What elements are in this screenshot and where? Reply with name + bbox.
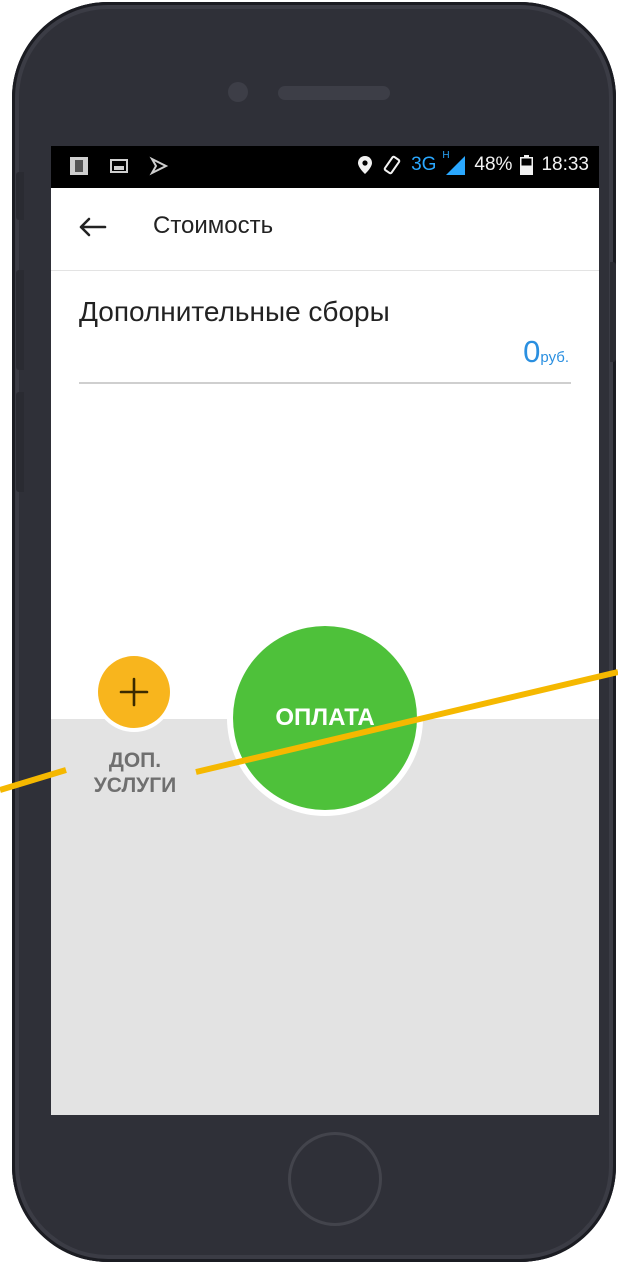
- pay-button-label: ОПЛАТА: [275, 704, 375, 731]
- front-camera: [228, 82, 248, 102]
- earpiece-speaker: [278, 86, 390, 100]
- add-services-label-line2: УСЛУГИ: [93, 774, 177, 797]
- back-arrow-icon[interactable]: [75, 210, 109, 244]
- signal-icon: H: [442, 150, 466, 176]
- volume-down-button: [16, 392, 24, 492]
- image-icon: [110, 159, 128, 173]
- mute-switch: [16, 172, 24, 220]
- volume-up-button: [16, 270, 24, 370]
- clock: 18:33: [541, 154, 589, 175]
- battery-icon: [520, 155, 534, 175]
- network-type: 3G: [411, 154, 437, 175]
- additional-fees-value: 0руб.: [523, 334, 569, 370]
- fee-amount: 0: [523, 334, 541, 369]
- page-title: Стоимость: [153, 212, 274, 239]
- battery-percent: 48%: [474, 154, 513, 175]
- add-services-label-line1: ДОП.: [108, 749, 162, 772]
- app-screen: 3G H 48% 18:33 Стоимость Дополнительные …: [51, 146, 599, 1115]
- status-bar: 3G H 48% 18:33: [51, 146, 599, 188]
- pay-button[interactable]: ОПЛАТА: [233, 626, 417, 810]
- home-button[interactable]: [288, 1132, 382, 1226]
- additional-fees-row[interactable]: Дополнительные сборы 0руб.: [79, 294, 571, 384]
- rotate-icon: [383, 155, 401, 175]
- toolbar: Стоимость: [51, 188, 599, 271]
- checkmark-flag-icon: [149, 156, 169, 176]
- location-pin-icon: [358, 156, 373, 174]
- add-services-button[interactable]: [98, 656, 170, 728]
- additional-fees-label: Дополнительные сборы: [79, 296, 390, 327]
- plus-icon: [119, 677, 149, 707]
- add-services-label[interactable]: ДОП. УСЛУГИ: [73, 748, 197, 798]
- power-button: [610, 262, 616, 362]
- app-notification-icon: [70, 157, 88, 175]
- fee-currency: руб.: [540, 349, 569, 366]
